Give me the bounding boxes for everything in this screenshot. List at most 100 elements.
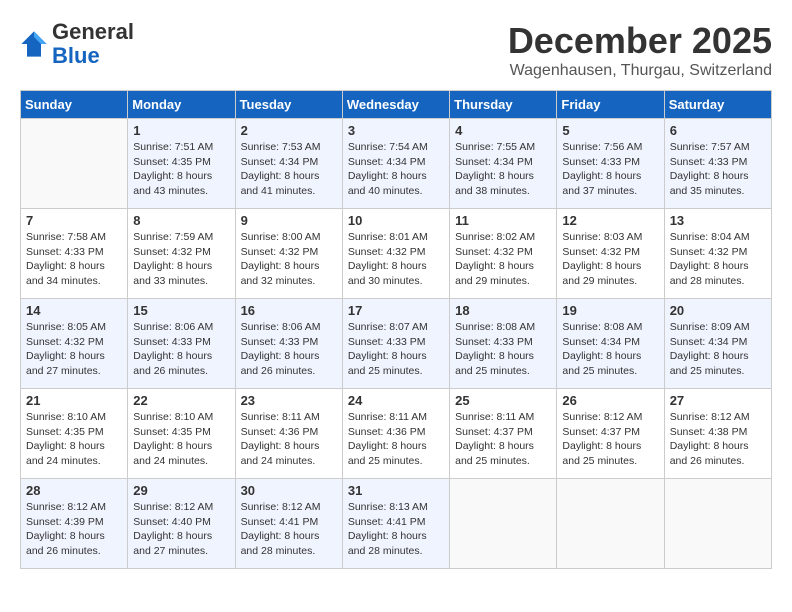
- day-info: Sunrise: 7:54 AMSunset: 4:34 PMDaylight:…: [348, 140, 444, 199]
- day-info: Sunrise: 8:07 AMSunset: 4:33 PMDaylight:…: [348, 320, 444, 379]
- day-info: Sunrise: 8:13 AMSunset: 4:41 PMDaylight:…: [348, 500, 444, 559]
- day-info: Sunrise: 8:00 AMSunset: 4:32 PMDaylight:…: [241, 230, 337, 289]
- calendar-cell: 8 Sunrise: 7:59 AMSunset: 4:32 PMDaylight…: [128, 209, 235, 299]
- day-info: Sunrise: 8:09 AMSunset: 4:34 PMDaylight:…: [670, 320, 766, 379]
- day-of-week-header: Wednesday: [342, 91, 449, 119]
- day-number: 15: [133, 303, 229, 318]
- calendar-cell: 2 Sunrise: 7:53 AMSunset: 4:34 PMDaylight…: [235, 119, 342, 209]
- day-number: 27: [670, 393, 766, 408]
- day-number: 24: [348, 393, 444, 408]
- day-number: 18: [455, 303, 551, 318]
- day-number: 19: [562, 303, 658, 318]
- calendar-cell: 16 Sunrise: 8:06 AMSunset: 4:33 PMDayligh…: [235, 299, 342, 389]
- calendar-cell: 25 Sunrise: 8:11 AMSunset: 4:37 PMDayligh…: [450, 389, 557, 479]
- day-number: 7: [26, 213, 122, 228]
- day-number: 17: [348, 303, 444, 318]
- day-number: 10: [348, 213, 444, 228]
- day-info: Sunrise: 8:12 AMSunset: 4:40 PMDaylight:…: [133, 500, 229, 559]
- day-info: Sunrise: 8:10 AMSunset: 4:35 PMDaylight:…: [26, 410, 122, 469]
- calendar-cell: 26 Sunrise: 8:12 AMSunset: 4:37 PMDayligh…: [557, 389, 664, 479]
- day-of-week-header: Thursday: [450, 91, 557, 119]
- calendar-cell: 29 Sunrise: 8:12 AMSunset: 4:40 PMDayligh…: [128, 479, 235, 569]
- day-info: Sunrise: 8:04 AMSunset: 4:32 PMDaylight:…: [670, 230, 766, 289]
- day-info: Sunrise: 8:12 AMSunset: 4:41 PMDaylight:…: [241, 500, 337, 559]
- day-info: Sunrise: 7:59 AMSunset: 4:32 PMDaylight:…: [133, 230, 229, 289]
- day-number: 4: [455, 123, 551, 138]
- logo-text: General Blue: [52, 20, 134, 68]
- calendar-cell: 31 Sunrise: 8:13 AMSunset: 4:41 PMDayligh…: [342, 479, 449, 569]
- day-number: 8: [133, 213, 229, 228]
- calendar-cell: [664, 479, 771, 569]
- calendar-cell: 15Sunrise: 8:06 AMSunset: 4:33 PMDayligh…: [128, 299, 235, 389]
- calendar-cell: 11Sunrise: 8:02 AMSunset: 4:32 PMDayligh…: [450, 209, 557, 299]
- day-number: 12: [562, 213, 658, 228]
- day-info: Sunrise: 8:12 AMSunset: 4:37 PMDaylight:…: [562, 410, 658, 469]
- location-subtitle: Wagenhausen, Thurgau, Switzerland: [508, 62, 772, 80]
- day-info: Sunrise: 8:01 AMSunset: 4:32 PMDaylight:…: [348, 230, 444, 289]
- calendar-week-row: 1 Sunrise: 7:51 AMSunset: 4:35 PMDaylight…: [21, 119, 772, 209]
- day-info: Sunrise: 8:12 AMSunset: 4:38 PMDaylight:…: [670, 410, 766, 469]
- day-number: 9: [241, 213, 337, 228]
- calendar-cell: 7 Sunrise: 7:58 AMSunset: 4:33 PMDaylight…: [21, 209, 128, 299]
- calendar-cell: [557, 479, 664, 569]
- calendar-cell: 5 Sunrise: 7:56 AMSunset: 4:33 PMDaylight…: [557, 119, 664, 209]
- day-number: 5: [562, 123, 658, 138]
- day-number: 13: [670, 213, 766, 228]
- title-block: December 2025 Wagenhausen, Thurgau, Swit…: [508, 20, 772, 80]
- day-number: 20: [670, 303, 766, 318]
- day-info: Sunrise: 7:53 AMSunset: 4:34 PMDaylight:…: [241, 140, 337, 199]
- day-info: Sunrise: 8:06 AMSunset: 4:33 PMDaylight:…: [241, 320, 337, 379]
- day-info: Sunrise: 8:11 AMSunset: 4:36 PMDaylight:…: [241, 410, 337, 469]
- day-number: 30: [241, 483, 337, 498]
- day-number: 28: [26, 483, 122, 498]
- day-info: Sunrise: 7:58 AMSunset: 4:33 PMDaylight:…: [26, 230, 122, 289]
- day-number: 25: [455, 393, 551, 408]
- day-number: 31: [348, 483, 444, 498]
- calendar-cell: 4 Sunrise: 7:55 AMSunset: 4:34 PMDaylight…: [450, 119, 557, 209]
- calendar-cell: 12 Sunrise: 8:03 AMSunset: 4:32 PMDayligh…: [557, 209, 664, 299]
- calendar-cell: 10 Sunrise: 8:01 AMSunset: 4:32 PMDayligh…: [342, 209, 449, 299]
- day-info: Sunrise: 8:03 AMSunset: 4:32 PMDaylight:…: [562, 230, 658, 289]
- calendar-header-row: SundayMondayTuesdayWednesdayThursdayFrid…: [21, 91, 772, 119]
- logo: General Blue: [20, 20, 134, 68]
- day-number: 3: [348, 123, 444, 138]
- calendar-week-row: 28Sunrise: 8:12 AMSunset: 4:39 PMDayligh…: [21, 479, 772, 569]
- day-info: Sunrise: 7:51 AMSunset: 4:35 PMDaylight:…: [133, 140, 229, 199]
- day-info: Sunrise: 8:02 AMSunset: 4:32 PMDaylight:…: [455, 230, 551, 289]
- month-title: December 2025: [508, 20, 772, 62]
- logo-icon: [20, 30, 48, 58]
- calendar-cell: 14Sunrise: 8:05 AMSunset: 4:32 PMDayligh…: [21, 299, 128, 389]
- day-number: 29: [133, 483, 229, 498]
- calendar-cell: [21, 119, 128, 209]
- calendar-table: SundayMondayTuesdayWednesdayThursdayFrid…: [20, 90, 772, 569]
- day-info: Sunrise: 7:56 AMSunset: 4:33 PMDaylight:…: [562, 140, 658, 199]
- day-info: Sunrise: 8:11 AMSunset: 4:37 PMDaylight:…: [455, 410, 551, 469]
- day-info: Sunrise: 8:11 AMSunset: 4:36 PMDaylight:…: [348, 410, 444, 469]
- day-number: 16: [241, 303, 337, 318]
- calendar-week-row: 14Sunrise: 8:05 AMSunset: 4:32 PMDayligh…: [21, 299, 772, 389]
- calendar-cell: 24 Sunrise: 8:11 AMSunset: 4:36 PMDayligh…: [342, 389, 449, 479]
- day-number: 26: [562, 393, 658, 408]
- calendar-cell: 27 Sunrise: 8:12 AMSunset: 4:38 PMDayligh…: [664, 389, 771, 479]
- day-number: 21: [26, 393, 122, 408]
- calendar-cell: [450, 479, 557, 569]
- calendar-cell: 19 Sunrise: 8:08 AMSunset: 4:34 PMDayligh…: [557, 299, 664, 389]
- day-info: Sunrise: 8:08 AMSunset: 4:34 PMDaylight:…: [562, 320, 658, 379]
- day-number: 1: [133, 123, 229, 138]
- calendar-cell: 28Sunrise: 8:12 AMSunset: 4:39 PMDayligh…: [21, 479, 128, 569]
- day-number: 6: [670, 123, 766, 138]
- calendar-cell: 1 Sunrise: 7:51 AMSunset: 4:35 PMDaylight…: [128, 119, 235, 209]
- calendar-cell: 21 Sunrise: 8:10 AMSunset: 4:35 PMDayligh…: [21, 389, 128, 479]
- day-of-week-header: Saturday: [664, 91, 771, 119]
- day-of-week-header: Tuesday: [235, 91, 342, 119]
- calendar-cell: 3 Sunrise: 7:54 AMSunset: 4:34 PMDaylight…: [342, 119, 449, 209]
- calendar-cell: 18Sunrise: 8:08 AMSunset: 4:33 PMDayligh…: [450, 299, 557, 389]
- calendar-cell: 23 Sunrise: 8:11 AMSunset: 4:36 PMDayligh…: [235, 389, 342, 479]
- day-number: 2: [241, 123, 337, 138]
- day-info: Sunrise: 8:10 AMSunset: 4:35 PMDaylight:…: [133, 410, 229, 469]
- calendar-cell: 6Sunrise: 7:57 AMSunset: 4:33 PMDaylight…: [664, 119, 771, 209]
- day-info: Sunrise: 7:55 AMSunset: 4:34 PMDaylight:…: [455, 140, 551, 199]
- page-header: General Blue December 2025 Wagenhausen, …: [20, 20, 772, 80]
- day-info: Sunrise: 8:05 AMSunset: 4:32 PMDaylight:…: [26, 320, 122, 379]
- day-number: 23: [241, 393, 337, 408]
